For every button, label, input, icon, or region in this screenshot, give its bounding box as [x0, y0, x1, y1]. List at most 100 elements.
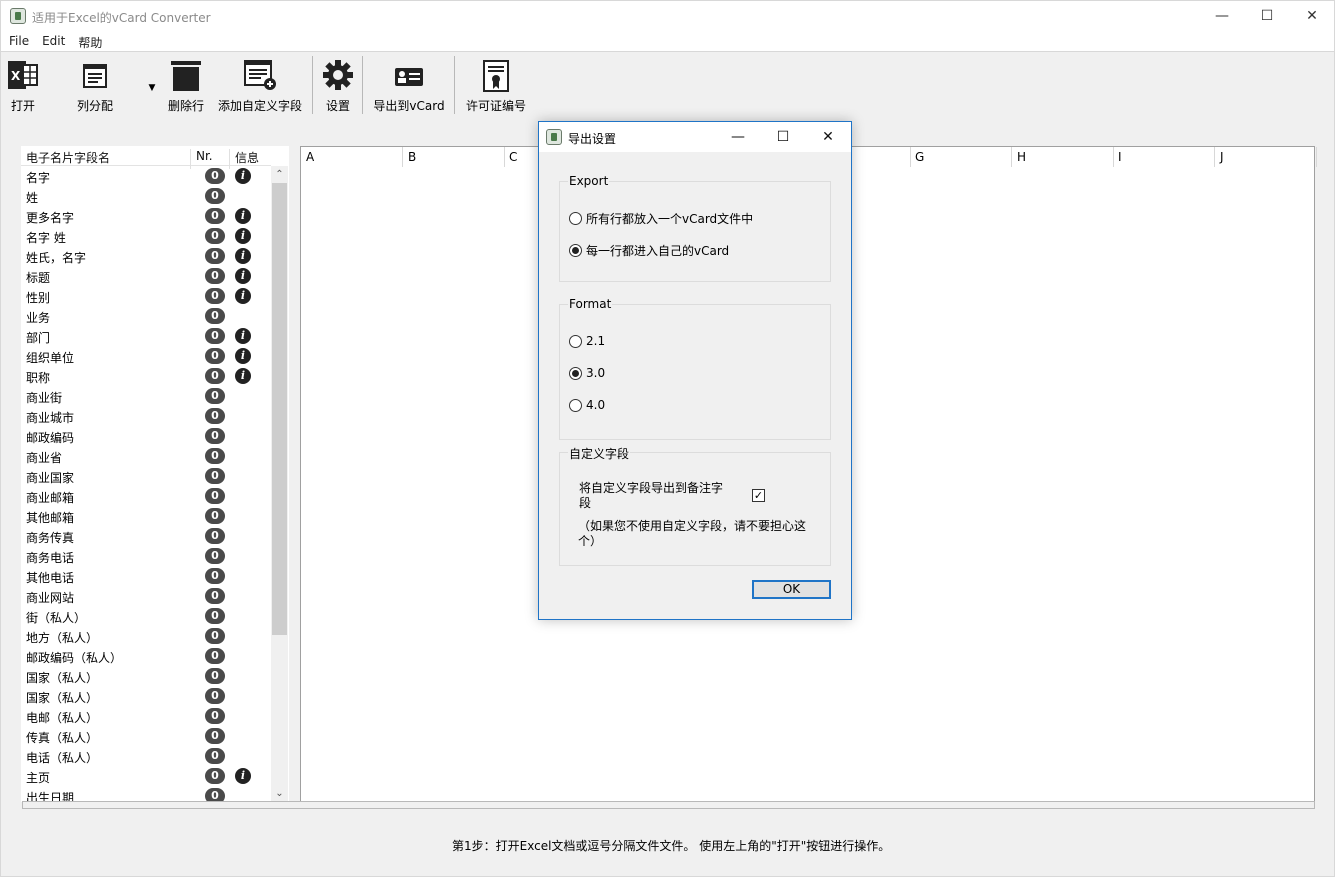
- delete-row-button[interactable]: 删除行: [168, 59, 204, 113]
- info-icon[interactable]: i: [235, 268, 251, 284]
- grid-column-header[interactable]: I: [1113, 147, 1215, 167]
- field-name: 商务传真: [26, 531, 75, 545]
- field-row[interactable]: 邮政编码（私人） 0: [21, 646, 271, 666]
- column-assign-button[interactable]: 列分配: [77, 59, 113, 113]
- app-icon: [546, 129, 562, 145]
- count-badge: 0: [205, 468, 225, 484]
- field-row[interactable]: 姓0: [21, 186, 271, 206]
- scroll-up-icon[interactable]: ⌃: [271, 166, 288, 183]
- field-row[interactable]: 组织单位 0 i: [21, 346, 271, 366]
- field-row[interactable]: 电邮（私人） 0: [21, 706, 271, 726]
- count-badge: 0: [205, 208, 225, 224]
- grid-column-header[interactable]: A: [301, 147, 403, 167]
- field-name: 业务: [26, 311, 51, 325]
- field-row[interactable]: 地方（私人） 0: [21, 626, 271, 646]
- custom-field-checkbox[interactable]: ✓: [752, 489, 765, 502]
- grid-column-header[interactable]: B: [403, 147, 505, 167]
- field-name-header[interactable]: 电子名片字段名: [26, 149, 110, 166]
- count-badge: 0: [205, 248, 225, 264]
- grid-column-header[interactable]: J: [1215, 147, 1317, 167]
- info-icon[interactable]: i: [235, 328, 251, 344]
- menu-edit[interactable]: Edit: [42, 31, 65, 51]
- info-icon[interactable]: i: [235, 288, 251, 304]
- count-badge: 0: [205, 328, 225, 344]
- field-row[interactable]: 国家（私人） 0: [21, 666, 271, 686]
- field-row[interactable]: 商业省 0: [21, 446, 271, 466]
- info-icon[interactable]: i: [235, 168, 251, 184]
- field-row[interactable]: 商业网站 0: [21, 586, 271, 606]
- export-vcard-button[interactable]: 导出到vCard: [373, 59, 445, 113]
- info-header[interactable]: 信息: [235, 149, 259, 166]
- format-2-1-radio[interactable]: 2.1: [569, 333, 605, 349]
- field-row[interactable]: 主页 0 i: [21, 766, 271, 786]
- field-row[interactable]: 姓氏，名字 0 i: [21, 246, 271, 266]
- menu-help[interactable]: 帮助: [78, 31, 102, 51]
- field-row[interactable]: 业务 0: [21, 306, 271, 326]
- field-row[interactable]: 部门 0 i: [21, 326, 271, 346]
- format-4-0-radio[interactable]: 4.0: [569, 397, 605, 413]
- field-row[interactable]: 其他邮箱 0: [21, 506, 271, 526]
- grid-column-header[interactable]: G: [910, 147, 1012, 167]
- grid-column-header[interactable]: H: [1012, 147, 1114, 167]
- field-row[interactable]: 商业国家 0: [21, 466, 271, 486]
- menu-file[interactable]: File: [9, 31, 29, 51]
- info-icon[interactable]: i: [235, 228, 251, 244]
- close-button[interactable]: ✕: [1289, 1, 1335, 31]
- export-single-file-radio[interactable]: 所有行都放入一个vCard文件中: [569, 210, 753, 226]
- open-button[interactable]: X 打开: [7, 59, 39, 113]
- minimize-button[interactable]: —: [1199, 1, 1245, 31]
- field-row[interactable]: 街（私人） 0: [21, 606, 271, 626]
- field-row[interactable]: 商务电话 0: [21, 546, 271, 566]
- field-row[interactable]: 职称 0 i: [21, 366, 271, 386]
- field-name: 传真（私人）: [26, 731, 99, 745]
- open-label: 打开: [10, 99, 36, 113]
- scroll-down-icon[interactable]: ⌄: [271, 785, 288, 802]
- field-row[interactable]: 商业城市 0: [21, 406, 271, 426]
- add-custom-field-button[interactable]: 添加自定义字段: [218, 59, 302, 113]
- count-badge: 0: [205, 408, 225, 424]
- field-row[interactable]: 传真（私人） 0: [21, 726, 271, 746]
- info-icon[interactable]: i: [235, 768, 251, 784]
- column-assign-dropdown-icon[interactable]: ▼: [147, 83, 157, 93]
- export-per-row-radio[interactable]: 每一行都进入自己的vCard: [569, 242, 729, 258]
- field-row[interactable]: 邮政编码 0: [21, 426, 271, 446]
- field-row[interactable]: 商务传真 0: [21, 526, 271, 546]
- field-row[interactable]: 其他电话 0: [21, 566, 271, 586]
- dialog-maximize-button[interactable]: ☐: [760, 122, 806, 152]
- settings-label: 设置: [325, 99, 351, 113]
- field-row[interactable]: 商业街 0: [21, 386, 271, 406]
- info-icon[interactable]: i: [235, 368, 251, 384]
- export-group-label: Export: [568, 174, 610, 188]
- field-list-scrollbar[interactable]: ⌃ ⌄: [271, 166, 288, 802]
- field-name: 商业城市: [26, 411, 75, 425]
- field-name: 商务电话: [26, 551, 75, 565]
- field-row[interactable]: 名字 0 i: [21, 166, 271, 186]
- field-row[interactable]: 标题 0 i: [21, 266, 271, 286]
- nr-header[interactable]: Nr.: [196, 149, 213, 163]
- info-icon[interactable]: i: [235, 248, 251, 264]
- maximize-button[interactable]: ☐: [1244, 1, 1290, 31]
- scrollbar-thumb[interactable]: [272, 183, 287, 635]
- add-field-icon: [244, 60, 276, 90]
- field-row[interactable]: 商业邮箱 0: [21, 486, 271, 506]
- format-3-0-radio[interactable]: 3.0: [569, 365, 605, 381]
- info-icon[interactable]: i: [235, 348, 251, 364]
- field-name: 国家（私人）: [26, 691, 99, 705]
- settings-button[interactable]: 设置: [322, 59, 354, 113]
- ok-button[interactable]: OK: [752, 580, 831, 599]
- field-row[interactable]: 更多名字 0 i: [21, 206, 271, 226]
- license-button[interactable]: 许可证编号: [466, 59, 526, 113]
- field-name: 性别: [26, 291, 51, 305]
- horizontal-scrollbar[interactable]: [22, 801, 1315, 809]
- dialog-title: 导出设置: [568, 132, 617, 146]
- field-row[interactable]: 性别 0 i: [21, 286, 271, 306]
- field-row[interactable]: 名字 姓 0i: [21, 226, 271, 246]
- dialog-close-button[interactable]: ✕: [805, 122, 851, 152]
- field-row[interactable]: 电话（私人） 0: [21, 746, 271, 766]
- field-row[interactable]: 国家（私人） 0: [21, 686, 271, 706]
- radio-circle: [569, 243, 582, 257]
- dialog-minimize-button[interactable]: —: [715, 122, 761, 152]
- field-name: 电邮（私人）: [26, 711, 99, 725]
- field-name: 电话（私人）: [26, 751, 99, 765]
- info-icon[interactable]: i: [235, 208, 251, 224]
